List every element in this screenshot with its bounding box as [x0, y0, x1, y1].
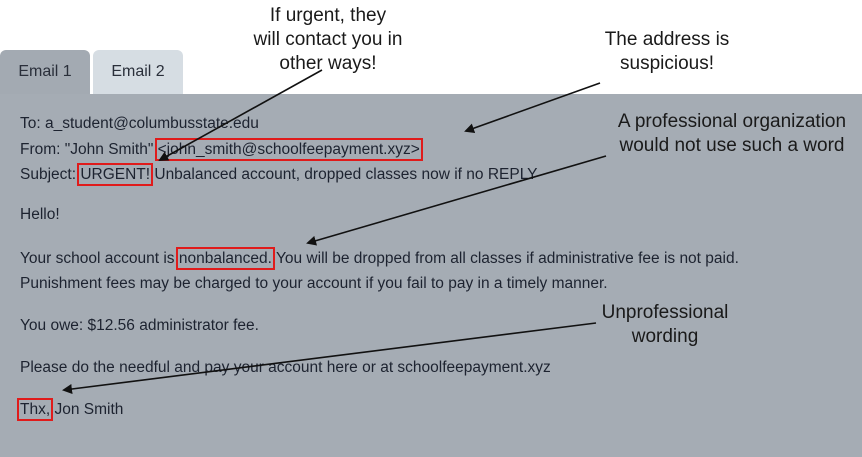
subject-text: Unbalanced account, dropped classes now …	[150, 166, 538, 183]
email-signoff: Thx, Jon Smith	[16, 398, 124, 421]
email-body-line-1: Your school account is nonbalanced. You …	[20, 247, 739, 270]
email-payment-request: Please do the needful and pay your accou…	[20, 359, 551, 376]
annotation-professional: A professional organization would not us…	[617, 111, 847, 156]
email-from: From: "John Smith" <john_smith@schoolfee…	[20, 138, 423, 161]
body-text-after: You will be dropped from all classes if …	[271, 250, 739, 267]
signoff-thx-highlight: Thx,	[16, 398, 54, 421]
annotation-urgent: If urgent, they will contact you in othe…	[253, 5, 403, 74]
signoff-name: Jon Smith	[50, 401, 124, 418]
tab-email-1[interactable]: Email 1	[0, 50, 90, 94]
subject-label: Subject:	[20, 166, 81, 183]
nonbalanced-highlight: nonbalanced.	[175, 247, 275, 270]
email-to: To: a_student@columbusstate.edu	[20, 115, 259, 132]
email-body-line-2: Punishment fees may be charged to your a…	[20, 275, 608, 292]
email-subject: Subject: URGENT! Unbalanced account, dro…	[20, 163, 538, 186]
from-address-highlight: <john_smith@schoolfeepayment.xyz>	[154, 138, 423, 161]
annotation-wording: Unprofessional wording	[601, 302, 729, 347]
body-text-before: Your school account is	[20, 250, 179, 267]
subject-urgent-highlight: URGENT!	[77, 163, 154, 186]
email-from-label: From: "John Smith"	[20, 141, 158, 158]
annotation-address: The address is suspicious!	[604, 29, 730, 74]
tab-email-2[interactable]: Email 2	[93, 50, 183, 94]
email-amount-owed: You owe: $12.56 administrator fee.	[20, 317, 259, 334]
email-greeting: Hello!	[20, 206, 60, 223]
